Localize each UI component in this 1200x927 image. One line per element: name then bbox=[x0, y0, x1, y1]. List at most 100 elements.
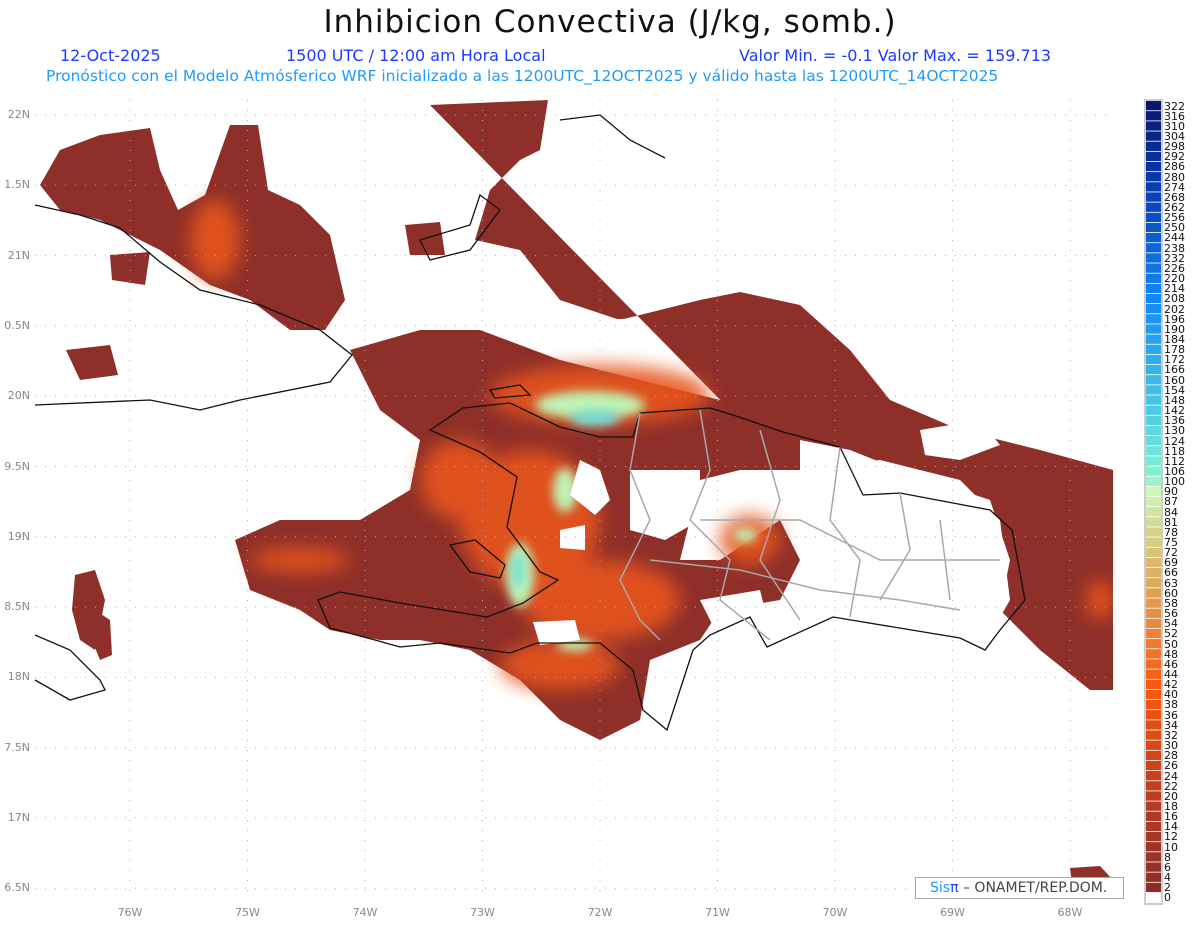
colorbar-swatch bbox=[1146, 111, 1161, 121]
colorbar-swatch bbox=[1146, 740, 1161, 750]
colorbar-swatch bbox=[1146, 669, 1161, 679]
colorbar-swatch bbox=[1146, 121, 1161, 131]
colorbar-swatch bbox=[1146, 872, 1161, 882]
colorbar-swatch bbox=[1146, 720, 1161, 730]
lon-label: 75W bbox=[235, 906, 260, 919]
colorbar-swatch bbox=[1146, 263, 1161, 273]
colorbar-swatch bbox=[1146, 283, 1161, 294]
lat-label: 0.5N bbox=[4, 318, 30, 332]
colorbar-swatch bbox=[1146, 334, 1161, 344]
lat-label: 6.5N bbox=[4, 881, 30, 895]
colorbar-swatch bbox=[1146, 760, 1161, 771]
colorbar-swatch bbox=[1146, 405, 1161, 415]
colorbar-swatch bbox=[1146, 436, 1161, 446]
lat-label: 19N bbox=[7, 529, 30, 543]
colorbar-swatch bbox=[1146, 192, 1161, 202]
colorbar-swatch bbox=[1146, 354, 1161, 365]
colorbar-swatch bbox=[1146, 364, 1161, 375]
colorbar-swatch bbox=[1146, 446, 1161, 456]
lat-label: 20N bbox=[7, 389, 30, 403]
colorbar-swatch bbox=[1146, 882, 1161, 893]
lat-label: 18N bbox=[7, 670, 30, 684]
colorbar-swatch bbox=[1146, 293, 1161, 304]
date-label: 12-Oct-2025 bbox=[60, 46, 161, 65]
min-max-label: Valor Min. = -0.1 Valor Max. = 159.713 bbox=[739, 46, 1052, 65]
colorbar-swatch bbox=[1146, 232, 1161, 243]
colorbar-swatch bbox=[1146, 730, 1161, 740]
colorbar-swatch bbox=[1146, 243, 1161, 253]
colorbar-swatch bbox=[1146, 344, 1161, 354]
lat-label: 9.5N bbox=[4, 459, 30, 473]
colorbar-swatch bbox=[1146, 141, 1161, 151]
time-label: 1500 UTC / 12:00 am Hora Local bbox=[286, 46, 546, 65]
colorbar-swatch bbox=[1146, 496, 1161, 507]
colorbar-swatch bbox=[1146, 852, 1161, 862]
lon-label: 74W bbox=[352, 906, 378, 919]
colorbar-swatch bbox=[1146, 466, 1161, 476]
lat-label: 1.5N bbox=[4, 178, 30, 192]
colorbar-swatch bbox=[1146, 578, 1161, 588]
map-title: Inhibicion Convectiva (J/kg, somb.) bbox=[323, 4, 897, 40]
lat-label: 8.5N bbox=[4, 600, 30, 614]
colorbar-label: 0 bbox=[1164, 891, 1171, 905]
colorbar bbox=[1144, 99, 1163, 905]
colorbar-swatch bbox=[1146, 821, 1161, 832]
colorbar-swatch bbox=[1146, 486, 1161, 497]
lon-label: 73W bbox=[470, 906, 495, 919]
credit-pi: π bbox=[950, 880, 959, 896]
cin-field bbox=[40, 100, 1113, 890]
colorbar-swatch bbox=[1146, 892, 1161, 903]
colorbar-swatch bbox=[1146, 425, 1161, 436]
colorbar-swatch bbox=[1146, 131, 1161, 141]
lon-label: 72W bbox=[587, 906, 613, 919]
credit-sep: – bbox=[958, 880, 975, 896]
colorbar-swatch bbox=[1146, 781, 1161, 791]
colorbar-swatch bbox=[1146, 476, 1161, 486]
colorbar-swatch bbox=[1146, 842, 1161, 852]
map-canvas bbox=[34, 99, 1163, 905]
colorbar-swatch bbox=[1146, 659, 1161, 669]
colorbar-swatch bbox=[1146, 456, 1161, 466]
colorbar-swatch bbox=[1146, 811, 1161, 821]
colorbar-swatch bbox=[1146, 324, 1161, 334]
lat-label: 17N bbox=[7, 811, 30, 824]
colorbar-swatch bbox=[1146, 151, 1161, 162]
colorbar-swatch bbox=[1146, 608, 1161, 618]
lat-label: 7.5N bbox=[4, 740, 30, 754]
lon-label: 71W bbox=[705, 906, 730, 919]
colorbar-swatch bbox=[1146, 771, 1161, 781]
colorbar-swatch bbox=[1146, 375, 1161, 385]
colorbar-swatch bbox=[1146, 699, 1161, 710]
colorbar-swatch bbox=[1146, 273, 1161, 283]
colorbar-swatch bbox=[1146, 567, 1161, 578]
colorbar-swatch bbox=[1146, 507, 1161, 517]
colorbar-swatch bbox=[1146, 649, 1161, 659]
forecast-label: Pronóstico con el Modelo Atmósferico WRF… bbox=[46, 67, 999, 85]
colorbar-swatch bbox=[1146, 202, 1161, 212]
colorbar-swatch bbox=[1146, 161, 1161, 172]
colorbar-swatch bbox=[1146, 689, 1161, 700]
colorbar-swatch bbox=[1146, 415, 1161, 426]
colorbar-swatch bbox=[1146, 385, 1161, 395]
colorbar-swatch bbox=[1146, 212, 1161, 223]
colorbar-swatch bbox=[1146, 598, 1161, 608]
lat-label: 21N bbox=[7, 248, 30, 262]
colorbar-swatch bbox=[1146, 547, 1161, 558]
colorbar-swatch bbox=[1146, 172, 1161, 182]
lon-label: 69W bbox=[940, 906, 965, 919]
lon-label: 70W bbox=[822, 906, 848, 919]
colorbar-swatch bbox=[1146, 222, 1161, 233]
colorbar-swatch bbox=[1146, 517, 1161, 527]
colorbar-swatch bbox=[1146, 618, 1161, 629]
colorbar-swatch bbox=[1146, 639, 1161, 649]
colorbar-swatch bbox=[1146, 557, 1161, 568]
colorbar-swatch bbox=[1146, 831, 1161, 842]
colorbar-swatch bbox=[1146, 710, 1161, 720]
lon-label: 68W bbox=[1057, 906, 1083, 919]
lon-label: 76W bbox=[117, 906, 143, 919]
credit-sis: Sis bbox=[930, 880, 951, 896]
colorbar-swatch bbox=[1146, 862, 1161, 872]
colorbar-swatch bbox=[1146, 314, 1161, 324]
colorbar-swatch bbox=[1146, 801, 1161, 811]
colorbar-swatch bbox=[1146, 679, 1161, 690]
